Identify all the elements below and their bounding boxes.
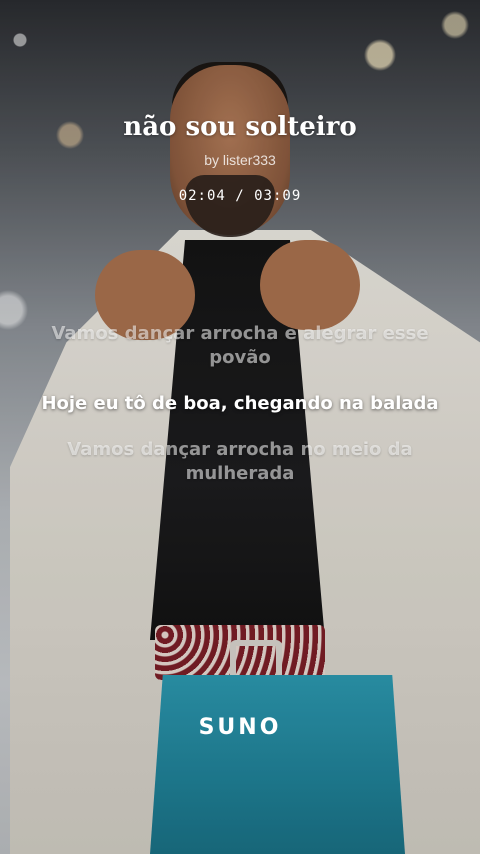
lyric-line-current: Hoje eu tô de boa, chegando na balada [41,393,439,414]
lyric-line-previous: Vamos dançar arrocha e alegrar esse povã… [51,323,429,368]
suno-logo[interactable]: SUNO [0,715,480,740]
song-artist[interactable]: by lister333 [0,152,480,168]
song-title: não sou solteiro [123,112,357,142]
song-header: não sou solteiro by lister333 02:04 / 03… [0,112,480,204]
lyrics-panel: Vamos dançar arrocha e alegrar esse povã… [40,322,440,508]
playback-time: 02:04 / 03:09 [178,188,302,204]
lyric-line-next: Vamos dançar arrocha no meio da mulherad… [67,439,413,484]
